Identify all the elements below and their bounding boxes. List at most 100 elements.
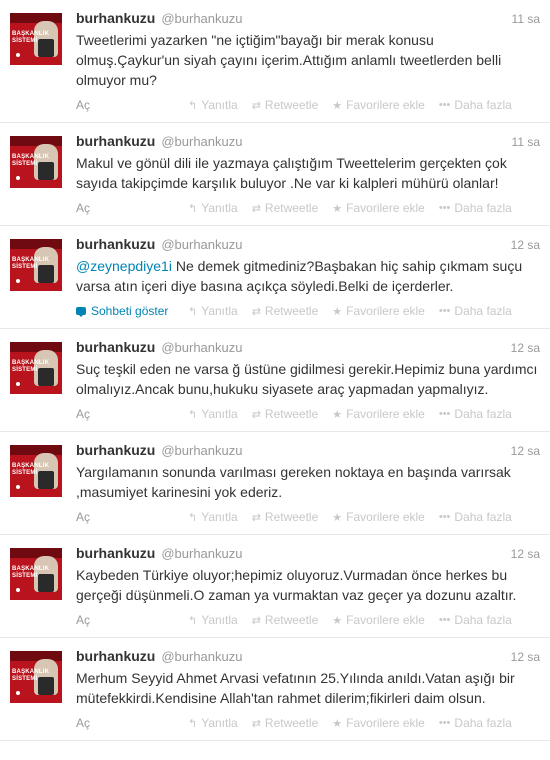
tweet-username[interactable]: @burhankuzu (161, 11, 242, 26)
expand-link[interactable]: Aç (76, 613, 188, 627)
favorite-button[interactable]: ★ Favorilere ekle (332, 407, 425, 421)
tweet-actions: Aç ↰ Yanıtla ⇄ Retweetle ★ Favorilere ekle … (76, 197, 540, 219)
reply-button[interactable]: ↰ Yanıtla (188, 98, 238, 112)
tweet-username[interactable]: @burhankuzu (161, 649, 242, 664)
retweet-button[interactable]: ⇄ Retweetle (252, 716, 319, 730)
tweet-timeline: BAŞKANLIK SİSTEMİ burhankuzu @burhankuzu … (0, 0, 550, 741)
star-icon: ★ (332, 511, 343, 524)
dots-icon: ••• (438, 614, 451, 626)
retweet-icon: ⇄ (251, 717, 261, 730)
expand-link[interactable]: Aç (76, 98, 188, 112)
tweet-timestamp[interactable]: 12 sa (511, 650, 540, 664)
retweet-icon: ⇄ (251, 202, 261, 215)
reply-arrow-icon: ↰ (188, 99, 198, 112)
more-button[interactable]: ••• Daha fazla (439, 98, 512, 112)
favorite-button[interactable]: ★ Favorilere ekle (332, 510, 425, 524)
reply-button[interactable]: ↰ Yanıtla (188, 407, 238, 421)
avatar[interactable]: BAŞKANLIK SİSTEMİ (10, 651, 62, 703)
star-icon: ★ (332, 202, 343, 215)
tweet-fullname[interactable]: burhankuzu (76, 339, 155, 355)
tweet-fullname[interactable]: burhankuzu (76, 133, 155, 149)
reply-button[interactable]: ↰ Yanıtla (188, 613, 238, 627)
reply-button[interactable]: ↰ Yanıtla (188, 304, 238, 318)
dots-icon: ••• (438, 408, 451, 420)
retweet-button[interactable]: ⇄ Retweetle (252, 304, 319, 318)
retweet-button[interactable]: ⇄ Retweetle (252, 510, 319, 524)
tweet-item[interactable]: BAŞKANLIK SİSTEMİ burhankuzu @burhankuzu … (0, 0, 550, 123)
reply-button[interactable]: ↰ Yanıtla (188, 510, 238, 524)
dots-icon: ••• (438, 202, 451, 214)
retweet-button[interactable]: ⇄ Retweetle (252, 407, 319, 421)
tweet-timestamp[interactable]: 12 sa (511, 238, 540, 252)
retweet-button[interactable]: ⇄ Retweetle (252, 98, 319, 112)
show-conversation-link[interactable]: Sohbeti göster (76, 304, 188, 318)
retweet-icon: ⇄ (251, 614, 261, 627)
reply-arrow-icon: ↰ (188, 202, 198, 215)
speech-bubble-icon (76, 307, 86, 317)
tweet-timestamp[interactable]: 12 sa (511, 444, 540, 458)
favorite-button[interactable]: ★ Favorilere ekle (332, 716, 425, 730)
tweet-item[interactable]: BAŞKANLIK SİSTEMİ burhankuzu @burhankuzu … (0, 226, 550, 329)
retweet-button[interactable]: ⇄ Retweetle (252, 201, 319, 215)
more-button[interactable]: ••• Daha fazla (439, 613, 512, 627)
reply-arrow-icon: ↰ (188, 305, 198, 318)
dots-icon: ••• (438, 305, 451, 317)
retweet-icon: ⇄ (251, 99, 261, 112)
tweet-timestamp[interactable]: 11 sa (512, 12, 540, 26)
tweet-username[interactable]: @burhankuzu (161, 237, 242, 252)
favorite-button[interactable]: ★ Favorilere ekle (332, 98, 425, 112)
avatar[interactable]: BAŞKANLIK SİSTEMİ (10, 13, 62, 65)
tweet-fullname[interactable]: burhankuzu (76, 545, 155, 561)
avatar[interactable]: BAŞKANLIK SİSTEMİ (10, 548, 62, 600)
favorite-button[interactable]: ★ Favorilere ekle (332, 201, 425, 215)
tweet-fullname[interactable]: burhankuzu (76, 442, 155, 458)
tweet-username[interactable]: @burhankuzu (161, 134, 242, 149)
favorite-button[interactable]: ★ Favorilere ekle (332, 304, 425, 318)
reply-arrow-icon: ↰ (188, 614, 198, 627)
more-button[interactable]: ••• Daha fazla (439, 716, 512, 730)
tweet-text: Makul ve gönül dili ile yazmaya çalıştığ… (76, 155, 507, 191)
tweet-item[interactable]: BAŞKANLIK SİSTEMİ burhankuzu @burhankuzu … (0, 638, 550, 741)
reply-button[interactable]: ↰ Yanıtla (188, 716, 238, 730)
tweet-timestamp[interactable]: 12 sa (511, 341, 540, 355)
tweet-actions: Sohbeti göster ↰ Yanıtla ⇄ Retweetle ★ Favo… (76, 300, 540, 322)
tweet-item[interactable]: BAŞKANLIK SİSTEMİ burhankuzu @burhankuzu … (0, 432, 550, 535)
retweet-button[interactable]: ⇄ Retweetle (252, 613, 319, 627)
more-button[interactable]: ••• Daha fazla (439, 201, 512, 215)
tweet-timestamp[interactable]: 12 sa (511, 547, 540, 561)
expand-link[interactable]: Aç (76, 201, 188, 215)
more-button[interactable]: ••• Daha fazla (439, 304, 512, 318)
more-button[interactable]: ••• Daha fazla (439, 407, 512, 421)
tweet-item[interactable]: BAŞKANLIK SİSTEMİ burhankuzu @burhankuzu … (0, 329, 550, 432)
tweet-actions: Aç ↰ Yanıtla ⇄ Retweetle ★ Favorilere ekle … (76, 712, 540, 734)
tweet-item[interactable]: BAŞKANLIK SİSTEMİ burhankuzu @burhankuzu … (0, 123, 550, 226)
tweet-item[interactable]: BAŞKANLIK SİSTEMİ burhankuzu @burhankuzu … (0, 535, 550, 638)
avatar[interactable]: BAŞKANLIK SİSTEMİ (10, 239, 62, 291)
reply-arrow-icon: ↰ (188, 408, 198, 421)
avatar[interactable]: BAŞKANLIK SİSTEMİ (10, 136, 62, 188)
tweet-fullname[interactable]: burhankuzu (76, 10, 155, 26)
favorite-button[interactable]: ★ Favorilere ekle (332, 613, 425, 627)
more-button[interactable]: ••• Daha fazla (439, 510, 512, 524)
tweet-username[interactable]: @burhankuzu (161, 443, 242, 458)
tweet-username[interactable]: @burhankuzu (161, 340, 242, 355)
expand-link[interactable]: Aç (76, 510, 188, 524)
dots-icon: ••• (438, 99, 451, 111)
star-icon: ★ (332, 99, 343, 112)
expand-link[interactable]: Aç (76, 407, 188, 421)
tweet-fullname[interactable]: burhankuzu (76, 648, 155, 664)
reply-button[interactable]: ↰ Yanıtla (188, 201, 238, 215)
avatar[interactable]: BAŞKANLIK SİSTEMİ (10, 342, 62, 394)
star-icon: ★ (332, 717, 343, 730)
tweet-text: Tweetlerimi yazarken "ne içtiğim"bayağı … (76, 32, 502, 88)
expand-link[interactable]: Aç (76, 716, 188, 730)
tweet-timestamp[interactable]: 11 sa (512, 135, 540, 149)
tweet-username[interactable]: @burhankuzu (161, 546, 242, 561)
mention-link[interactable]: @zeynepdiye1i (76, 258, 172, 274)
star-icon: ★ (332, 305, 343, 318)
tweet-text: Yargılamanın sonunda varılması gereken n… (76, 464, 511, 500)
tweet-actions: Aç ↰ Yanıtla ⇄ Retweetle ★ Favorilere ekle … (76, 506, 540, 528)
tweet-fullname[interactable]: burhankuzu (76, 236, 155, 252)
tweet-actions: Aç ↰ Yanıtla ⇄ Retweetle ★ Favorilere ekle … (76, 609, 540, 631)
avatar[interactable]: BAŞKANLIK SİSTEMİ (10, 445, 62, 497)
